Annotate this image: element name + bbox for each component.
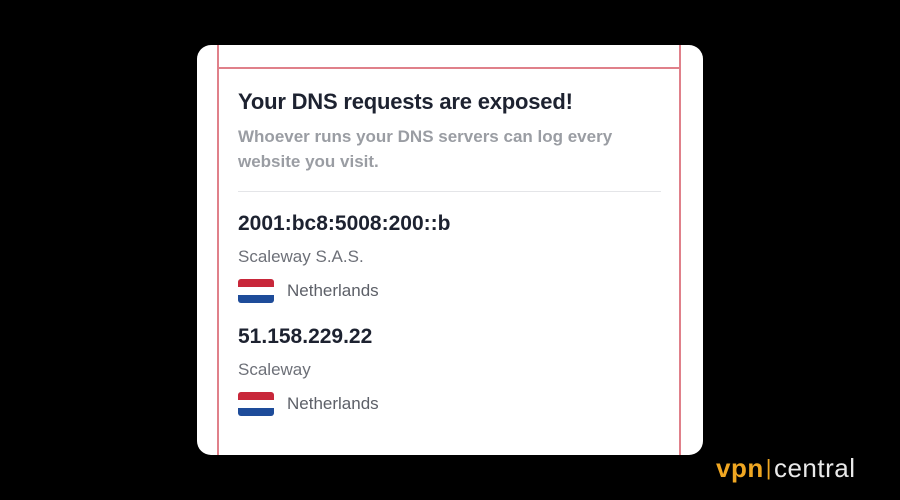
server-location: Netherlands — [238, 278, 661, 304]
divider — [238, 191, 661, 192]
watermark-separator: | — [765, 455, 772, 480]
watermark-vpn: vpn — [716, 453, 764, 483]
dns-result-card: Your DNS requests are exposed! Whoever r… — [197, 45, 703, 455]
server-country: Netherlands — [287, 394, 379, 413]
highlight-frame-top — [217, 67, 681, 69]
dns-server-item: 51.158.229.22 Scaleway Netherlands — [238, 324, 661, 417]
server-location: Netherlands — [238, 391, 661, 417]
vpncentral-watermark: vpn | central — [716, 452, 856, 484]
watermark-central: central — [773, 453, 856, 483]
card-subtitle: Whoever runs your DNS servers can log ev… — [238, 127, 613, 171]
dns-server-item: 2001:bc8:5008:200::b Scaleway S.A.S. Net… — [238, 211, 661, 304]
card-content: Your DNS requests are exposed! Whoever r… — [238, 88, 661, 417]
netherlands-flag-icon — [238, 392, 274, 416]
netherlands-flag-icon — [238, 279, 274, 303]
server-isp: Scaleway S.A.S. — [238, 247, 364, 266]
server-country: Netherlands — [287, 281, 379, 300]
server-isp: Scaleway — [238, 360, 311, 379]
card-title: Your DNS requests are exposed! — [238, 89, 573, 114]
server-ip: 51.158.229.22 — [238, 325, 373, 348]
server-ip: 2001:bc8:5008:200::b — [238, 212, 451, 235]
